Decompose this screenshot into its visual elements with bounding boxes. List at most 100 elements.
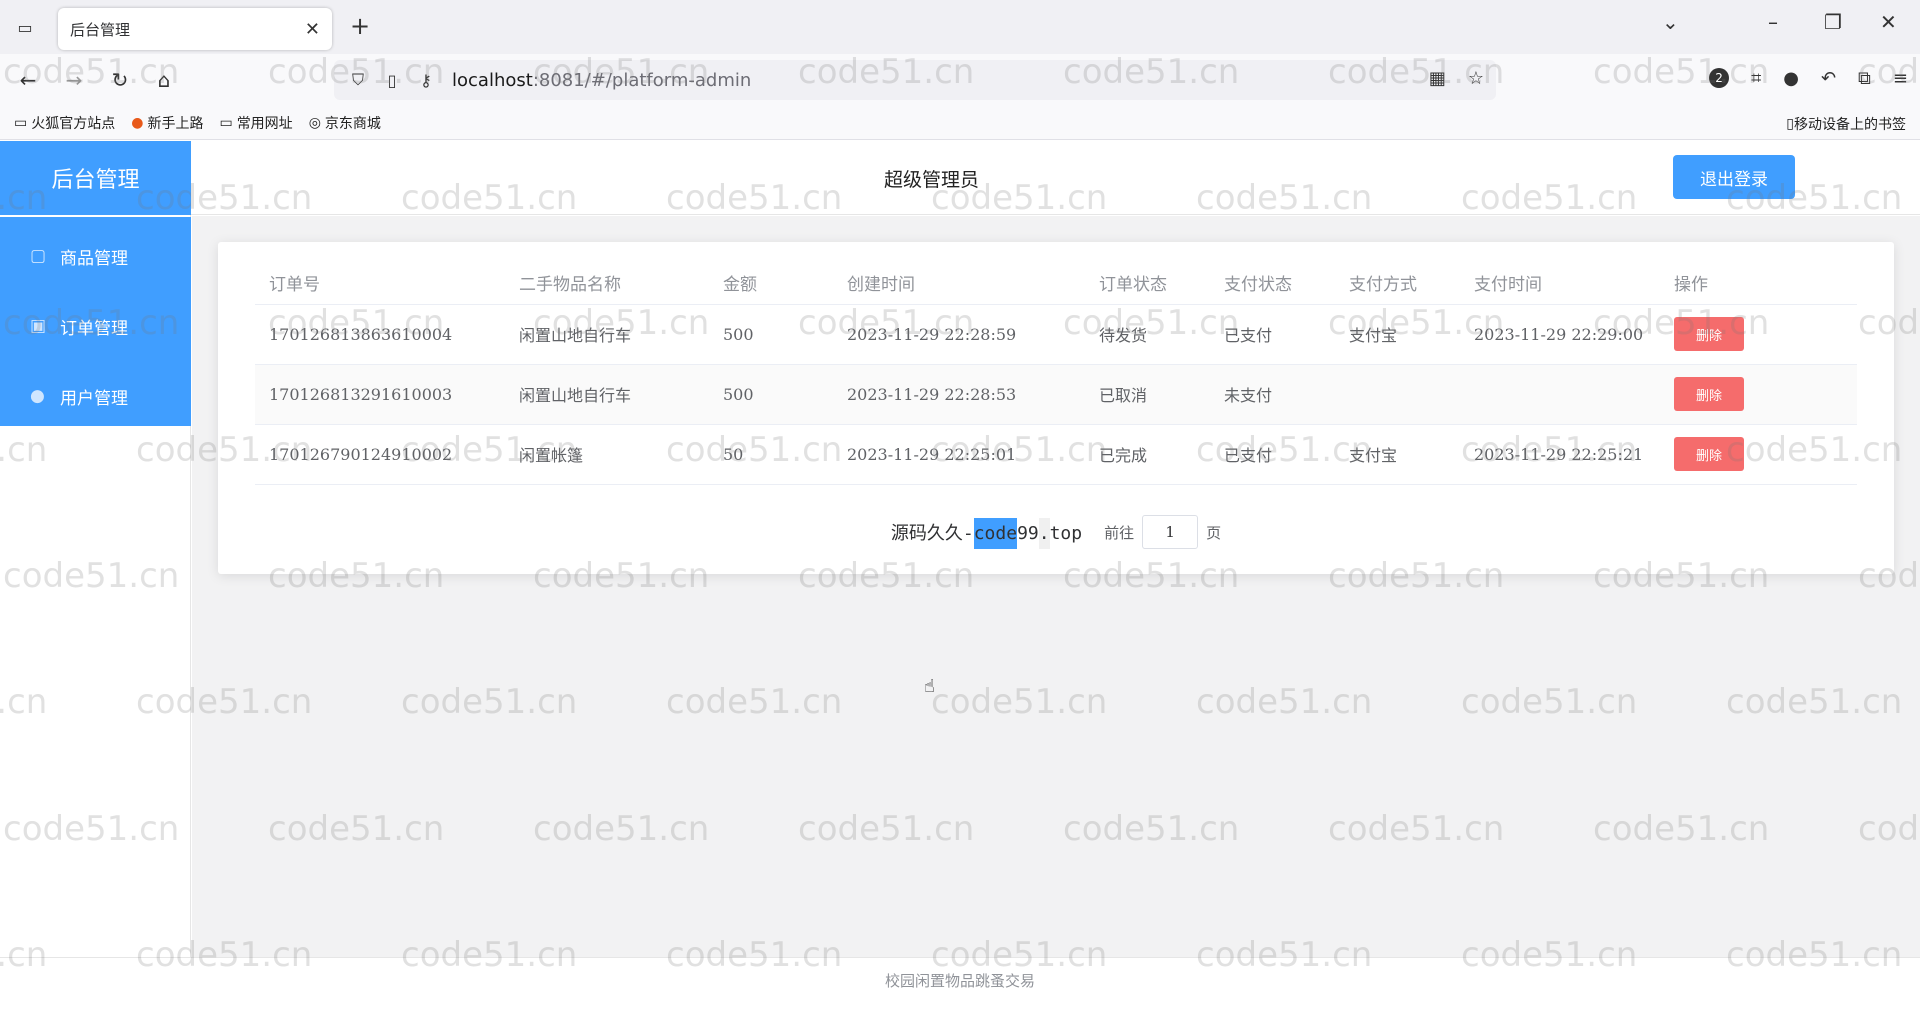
chevron-down-icon[interactable]: ⌄	[1662, 10, 1679, 34]
page-input[interactable]: 1	[1142, 515, 1199, 549]
url-host: localhost	[452, 69, 533, 91]
item-name: 闲置山地自行车	[505, 364, 709, 425]
bookmark-item[interactable]: ▭ 常用网址	[219, 113, 292, 133]
back-icon[interactable]: ←	[14, 66, 42, 94]
menu-icon[interactable]: ≡	[1893, 68, 1908, 89]
reload-icon[interactable]: ↻	[106, 66, 134, 94]
brand-title: 后台管理	[0, 141, 191, 215]
forward-icon[interactable]: →	[60, 66, 88, 94]
source-prefix: 源码久久-	[890, 523, 974, 544]
column-header: 订单号	[255, 262, 505, 305]
table-row: 170126813291610003 闲置山地自行车 500 2023-11-2…	[255, 364, 1857, 425]
page-icon[interactable]: ▯	[378, 71, 406, 90]
orders-card: 订单号 二手物品名称 金额 创建时间 订单状态 支付状态 支付方式 支付时间 操…	[218, 242, 1894, 574]
home-icon[interactable]: ⌂	[150, 66, 178, 94]
item-name: 闲置山地自行车	[505, 304, 709, 365]
firefox-icon: ●	[131, 114, 144, 131]
chat-icon[interactable]: ●	[1783, 68, 1799, 89]
mobile-bookmarks[interactable]: ▯ 移动设备上的书签	[1786, 114, 1906, 134]
pay-method: 支付宝	[1335, 424, 1460, 485]
pay-method	[1335, 364, 1460, 425]
delete-button[interactable]: 删除	[1674, 377, 1744, 411]
new-tab-icon[interactable]: +	[350, 12, 370, 40]
star-icon[interactable]: ☆	[1468, 68, 1484, 89]
bookmarks-bar: ▭ 火狐官方站点 ● 新手上路 ▭ 常用网址 ◎ 京东商城 ▯ 移动设备上的书签	[0, 106, 1920, 140]
undo-icon[interactable]: ↶	[1821, 68, 1836, 89]
pay-method: 支付宝	[1335, 304, 1460, 365]
bookmark-item[interactable]: ▭ 火狐官方站点	[14, 113, 115, 133]
role-name: 超级管理员	[884, 169, 980, 191]
pay-status: 已支付	[1210, 424, 1335, 485]
restore-icon[interactable]: ❐	[1824, 10, 1842, 34]
browser-tab-bar: ▭ 后台管理 ✕ + ⌄ – ❐ ✕	[0, 0, 1920, 54]
order-status: 待发货	[1085, 304, 1210, 365]
source-gray: .	[1038, 518, 1050, 549]
bookmark-label: 京东商城	[324, 115, 381, 132]
bag-icon: ▢	[30, 246, 47, 266]
browser-tab[interactable]: 后台管理 ✕	[58, 8, 332, 50]
extensions-icon[interactable]: ⧉	[1858, 68, 1871, 89]
close-icon[interactable]: ✕	[305, 19, 320, 40]
page-suffix: 页	[1206, 523, 1222, 542]
order-number: 170126813291610003	[255, 364, 505, 425]
delete-button[interactable]: 删除	[1674, 317, 1744, 351]
column-header: 订单状态	[1085, 262, 1210, 305]
created-time: 2023-11-29 22:25:01	[833, 424, 1085, 485]
mouse-cursor-icon: ☝	[924, 676, 935, 697]
item-name: 闲置帐篷	[505, 424, 709, 485]
window-close-icon[interactable]: ✕	[1880, 10, 1897, 34]
bookmark-label: 火狐官方站点	[31, 115, 116, 132]
created-time: 2023-11-29 22:28:53	[833, 364, 1085, 425]
action-cell: 删除	[1660, 364, 1857, 425]
key-icon[interactable]: ⚷	[412, 71, 440, 90]
bookmark-item[interactable]: ● 新手上路	[131, 113, 203, 133]
sidebar-item-products[interactable]: ▢ 商品管理	[0, 221, 191, 291]
mobile-bookmarks-label: 移动设备上的书签	[1794, 117, 1906, 133]
crop-icon[interactable]: ⌗	[1751, 68, 1761, 89]
sidebar-item-label: 商品管理	[60, 248, 128, 269]
action-cell: 删除	[1660, 424, 1857, 485]
user-icon: ●	[30, 386, 45, 406]
bookmark-item[interactable]: ◎ 京东商城	[309, 113, 381, 133]
pay-status: 已支付	[1210, 304, 1335, 365]
source-suffix: top	[1049, 523, 1083, 544]
delete-button[interactable]: 删除	[1674, 437, 1744, 471]
url-path: :8081/#/platform-admin	[532, 69, 752, 91]
sidebar-item-label: 用户管理	[60, 388, 128, 409]
app-header: 超级管理员 退出登录	[191, 141, 1920, 215]
logout-button[interactable]: 退出登录	[1673, 155, 1795, 199]
column-header: 支付方式	[1335, 262, 1460, 305]
amount: 50	[709, 424, 833, 485]
notification-badge[interactable]: 2	[1709, 68, 1730, 88]
source-highlight: code	[973, 518, 1018, 549]
table-row: 170126813863610004 闲置山地自行车 500 2023-11-2…	[255, 304, 1857, 365]
order-status: 已取消	[1085, 364, 1210, 425]
orders-table: 订单号 二手物品名称 金额 创建时间 订单状态 支付状态 支付方式 支付时间 操…	[255, 262, 1857, 485]
footer: 校园闲置物品跳蚤交易	[0, 957, 1920, 1030]
pay-time	[1460, 364, 1660, 425]
sidebar-item-users[interactable]: ● 用户管理	[0, 361, 191, 431]
minimize-icon[interactable]: –	[1768, 10, 1778, 34]
created-time: 2023-11-29 22:28:59	[833, 304, 1085, 365]
table-header-row: 订单号 二手物品名称 金额 创建时间 订单状态 支付状态 支付方式 支付时间 操…	[255, 262, 1857, 305]
admin-app: 后台管理 ▢ 商品管理 ▣ 订单管理 ● 用户管理 超级管理员 退出登录 订单号…	[0, 141, 1920, 1030]
goto-label: 前往	[1104, 523, 1135, 542]
shopping-bag-icon: ▣	[30, 316, 47, 336]
pay-time: 2023-11-29 22:29:00	[1460, 304, 1660, 365]
table-row: 170126790124910002 闲置帐篷 50 2023-11-29 22…	[255, 424, 1857, 485]
pay-status: 未支付	[1210, 364, 1335, 425]
shield-icon[interactable]: ⛉	[344, 70, 372, 90]
column-header: 支付状态	[1210, 262, 1335, 305]
url-bar[interactable]: ⛉ ▯ ⚷ localhost:8081/#/platform-admin ▦ …	[334, 60, 1496, 100]
qr-code-icon[interactable]: ▦	[1429, 68, 1446, 89]
bookmark-label: 常用网址	[236, 115, 293, 132]
bookmark-label: 新手上路	[147, 115, 204, 132]
sidebar: 后台管理 ▢ 商品管理 ▣ 订单管理 ● 用户管理	[0, 141, 191, 957]
globe-icon: ◎	[308, 114, 321, 131]
tab-list-icon[interactable]: ▭	[12, 14, 38, 40]
amount: 500	[709, 364, 833, 425]
url-text[interactable]: localhost:8081/#/platform-admin	[452, 70, 751, 91]
sidebar-item-orders[interactable]: ▣ 订单管理	[0, 291, 191, 361]
folder-icon: ▭	[14, 114, 28, 131]
mobile-icon: ▯	[1786, 116, 1794, 132]
